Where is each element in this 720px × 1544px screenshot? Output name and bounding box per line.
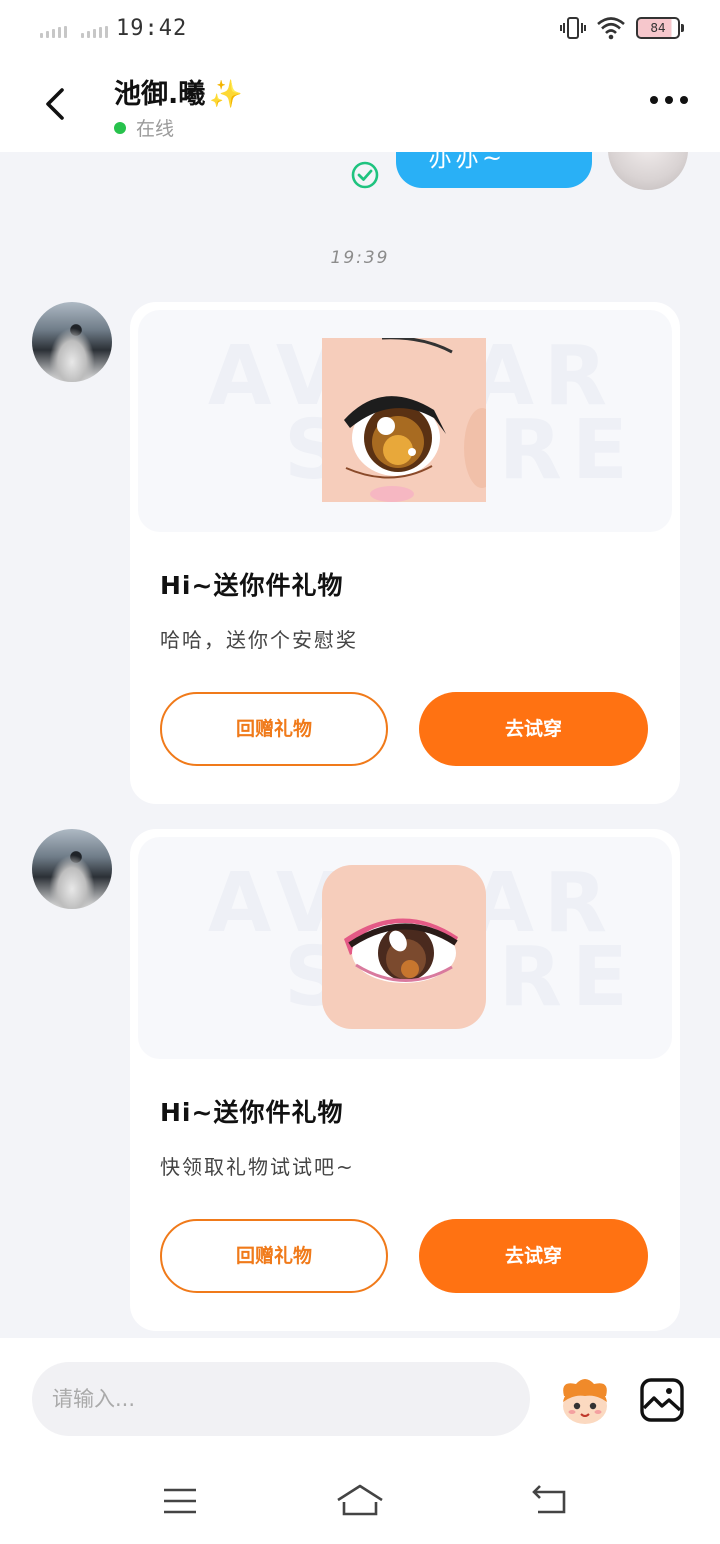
return-gift-button[interactable]: 回赠礼物 xyxy=(160,692,388,766)
system-nav-bar xyxy=(0,1462,720,1544)
sticker-icon[interactable] xyxy=(556,1374,614,1428)
read-check-icon xyxy=(351,161,379,189)
status-bar: 19:42 84 xyxy=(0,0,720,60)
sent-message-row: 亦亦~ xyxy=(0,152,720,192)
status-time: 19:42 xyxy=(116,16,188,41)
message-input-bar: 请输入... xyxy=(0,1338,720,1462)
chat-header: 池御.曦 ✨ 在线 xyxy=(0,60,720,152)
more-options-button[interactable] xyxy=(650,96,688,104)
gift-card[interactable]: AVATAR STORE Hi~送你件礼物 快领取礼物试试吧~ 回赠礼物 去试穿 xyxy=(130,829,680,1331)
contact-name[interactable]: 池御.曦 ✨ xyxy=(114,72,243,111)
contact-avatar[interactable] xyxy=(32,302,112,382)
online-status-text: 在线 xyxy=(136,118,175,140)
message-input[interactable]: 请输入... xyxy=(32,1362,530,1436)
contact-avatar[interactable] xyxy=(32,829,112,909)
wifi-icon xyxy=(597,17,625,40)
gift-preview[interactable]: AVATAR STORE xyxy=(138,837,672,1059)
online-dot xyxy=(114,121,126,134)
gift-card-title: Hi~送你件礼物 xyxy=(160,1098,344,1127)
return-gift-button[interactable]: 回赠礼物 xyxy=(160,1219,388,1293)
image-icon[interactable] xyxy=(638,1376,686,1424)
gift-eye-image xyxy=(322,865,486,1029)
back-nav-icon[interactable] xyxy=(528,1482,572,1518)
gift-preview[interactable]: AVATAR STORE xyxy=(138,310,672,532)
sparkles-icon: ✨ xyxy=(209,79,243,110)
sent-message-bubble[interactable]: 亦亦~ xyxy=(396,152,592,188)
home-icon[interactable] xyxy=(334,1480,386,1520)
try-on-button[interactable]: 去试穿 xyxy=(419,1219,648,1293)
gift-card-message: 快领取礼物试试吧~ xyxy=(160,1155,355,1179)
message-timestamp: 19:39 xyxy=(330,248,390,268)
try-on-button[interactable]: 去试穿 xyxy=(419,692,648,766)
signal-icon xyxy=(40,26,108,38)
contact-name-text: 池御.曦 xyxy=(114,79,206,110)
vibrate-icon xyxy=(560,17,586,39)
gift-card-title: Hi~送你件礼物 xyxy=(160,571,344,600)
battery-indicator: 84 xyxy=(636,17,684,39)
self-avatar[interactable] xyxy=(608,152,688,190)
gift-card[interactable]: AVATAR STORE Hi~送你件礼物 哈哈，送你个安慰奖 回赠礼物 去试穿 xyxy=(130,302,680,804)
gift-card-message: 哈哈，送你个安慰奖 xyxy=(160,628,358,652)
chat-messages[interactable]: 亦亦~ 19:39 AVATAR STORE xyxy=(0,152,720,1338)
gift-eye-image xyxy=(322,338,486,502)
online-status: 在线 xyxy=(114,114,174,141)
menu-icon[interactable] xyxy=(162,1486,198,1516)
back-button[interactable] xyxy=(32,80,80,128)
